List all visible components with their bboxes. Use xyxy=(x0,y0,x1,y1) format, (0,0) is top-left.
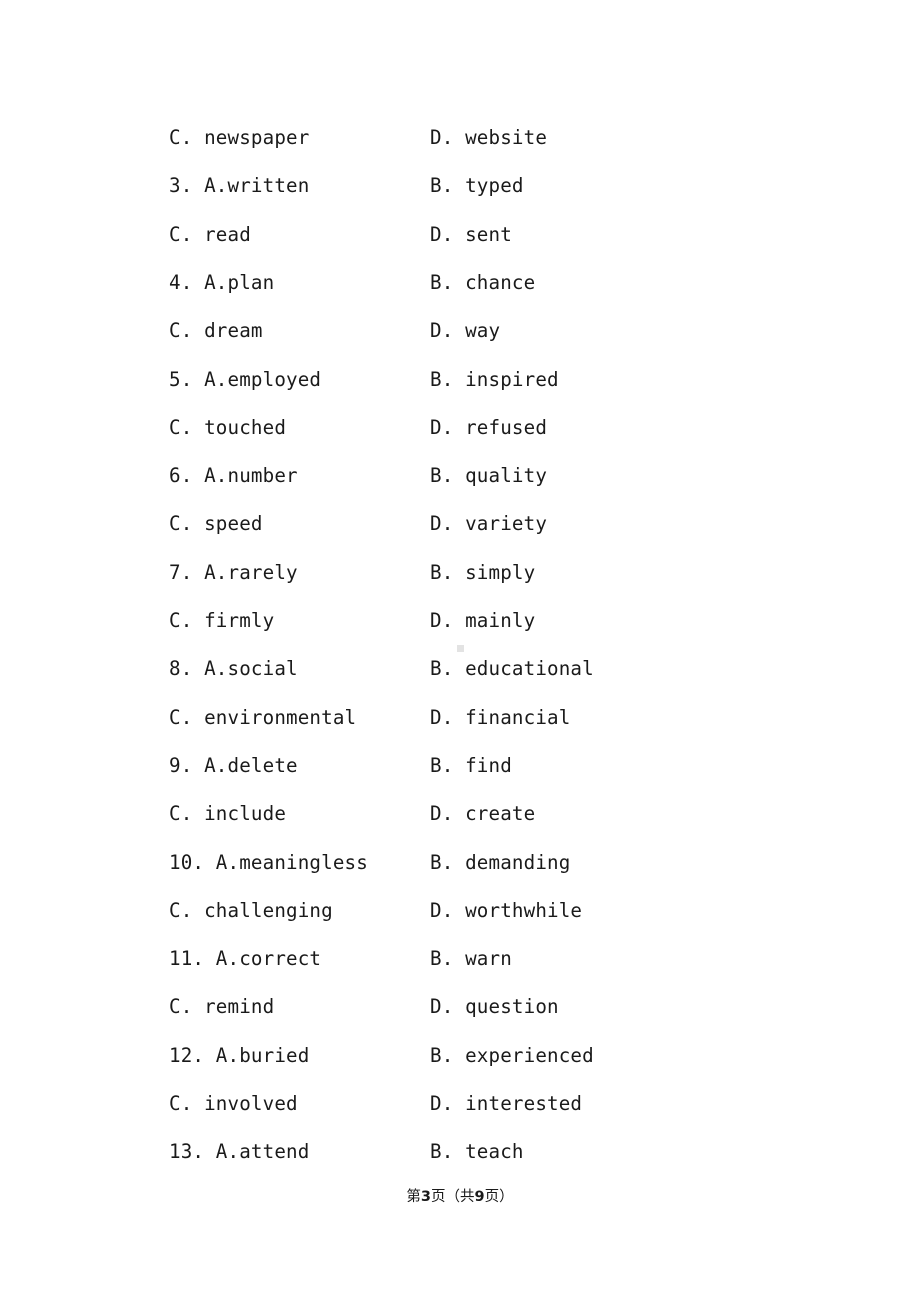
option-row: C. newspaper D. website xyxy=(0,125,920,173)
option-choice-left[interactable]: C. challenging xyxy=(169,898,333,924)
option-choice-left[interactable]: 11. A.correct xyxy=(169,946,321,972)
footer-suffix: 页） xyxy=(484,1189,514,1205)
option-choice-right[interactable]: D. financial xyxy=(430,705,570,731)
option-choice-left[interactable]: C. involved xyxy=(169,1091,298,1117)
option-choice-right[interactable]: B. find xyxy=(430,753,512,779)
option-choice-left[interactable]: 5. A.employed xyxy=(169,367,321,393)
option-row: 5. A.employed B. inspired xyxy=(0,367,920,415)
scan-artifact-speck xyxy=(457,645,464,652)
option-row: C. include D. create xyxy=(0,801,920,849)
option-choice-left[interactable]: 3. A.written xyxy=(169,173,309,199)
option-choice-left[interactable]: 12. A.buried xyxy=(169,1043,309,1069)
option-choice-left[interactable]: 7. A.rarely xyxy=(169,560,298,586)
option-choice-left[interactable]: C. remind xyxy=(169,994,274,1020)
option-choice-left[interactable]: 8. A.social xyxy=(169,656,298,682)
option-choice-right[interactable]: B. simply xyxy=(430,560,535,586)
option-row: 3. A.written B. typed xyxy=(0,173,920,221)
option-row: C. dream D. way xyxy=(0,318,920,366)
option-choice-right[interactable]: D. question xyxy=(430,994,559,1020)
option-choice-left[interactable]: 4. A.plan xyxy=(169,270,274,296)
option-choice-left[interactable]: 9. A.delete xyxy=(169,753,298,779)
option-row: C. involved D. interested xyxy=(0,1091,920,1139)
option-choice-right[interactable]: D. refused xyxy=(430,415,547,441)
footer-current-page: 3 xyxy=(420,1189,431,1205)
option-choice-right[interactable]: B. chance xyxy=(430,270,535,296)
option-choice-right[interactable]: B. warn xyxy=(430,946,512,972)
option-choice-left[interactable]: 13. A.attend xyxy=(169,1139,309,1165)
option-choice-left[interactable]: 6. A.number xyxy=(169,463,298,489)
option-choice-right[interactable]: B. teach xyxy=(430,1139,524,1165)
option-choice-left[interactable]: C. read xyxy=(169,222,251,248)
option-choice-left[interactable]: C. firmly xyxy=(169,608,274,634)
option-choice-right[interactable]: D. way xyxy=(430,318,500,344)
page-footer: 第3页（共9页） xyxy=(0,1186,920,1208)
option-choice-right[interactable]: B. experienced xyxy=(430,1043,594,1069)
option-row: C. environmental D. financial xyxy=(0,705,920,753)
option-row: C. touched D. refused xyxy=(0,415,920,463)
option-choice-right[interactable]: D. sent xyxy=(430,222,512,248)
footer-total-pages: 9 xyxy=(474,1189,485,1205)
option-choice-left[interactable]: C. speed xyxy=(169,511,263,537)
option-choice-right[interactable]: D. create xyxy=(430,801,535,827)
option-choice-right[interactable]: B. demanding xyxy=(430,850,570,876)
option-choice-left[interactable]: 10. A.meaningless xyxy=(169,850,368,876)
option-choice-right[interactable]: D. worthwhile xyxy=(430,898,582,924)
option-choice-left[interactable]: C. touched xyxy=(169,415,286,441)
document-page: C. newspaper D. website 3. A.written B. typ… xyxy=(0,0,920,1302)
option-row: 9. A.delete B. find xyxy=(0,753,920,801)
option-row: 7. A.rarely B. simply xyxy=(0,560,920,608)
option-row: 12. A.buried B. experienced xyxy=(0,1043,920,1091)
option-row: 6. A.number B. quality xyxy=(0,463,920,511)
option-choice-right[interactable]: D. website xyxy=(430,125,547,151)
option-choice-right[interactable]: D. interested xyxy=(430,1091,582,1117)
option-choice-left[interactable]: C. include xyxy=(169,801,286,827)
option-choice-right[interactable]: D. mainly xyxy=(430,608,535,634)
option-row: C. read D. sent xyxy=(0,222,920,270)
option-choice-right[interactable]: B. typed xyxy=(430,173,524,199)
option-row: C. remind D. question xyxy=(0,994,920,1042)
option-row: 10. A.meaningless B. demanding xyxy=(0,850,920,898)
option-choice-left[interactable]: C. newspaper xyxy=(169,125,309,151)
option-row: C. speed D. variety xyxy=(0,511,920,559)
option-choice-right[interactable]: B. educational xyxy=(430,656,594,682)
option-choice-left[interactable]: C. environmental xyxy=(169,705,356,731)
option-choice-right[interactable]: B. quality xyxy=(430,463,547,489)
option-choice-left[interactable]: C. dream xyxy=(169,318,263,344)
option-choice-right[interactable]: B. inspired xyxy=(430,367,559,393)
footer-prefix: 第 xyxy=(406,1189,421,1205)
option-choice-right[interactable]: D. variety xyxy=(430,511,547,537)
option-row: 8. A.social B. educational xyxy=(0,656,920,704)
option-row: 4. A.plan B. chance xyxy=(0,270,920,318)
footer-middle: 页（共 xyxy=(431,1189,475,1205)
option-row: 13. A.attend B. teach xyxy=(0,1139,920,1187)
option-row: 11. A.correct B. warn xyxy=(0,946,920,994)
option-row: C. challenging D. worthwhile xyxy=(0,898,920,946)
